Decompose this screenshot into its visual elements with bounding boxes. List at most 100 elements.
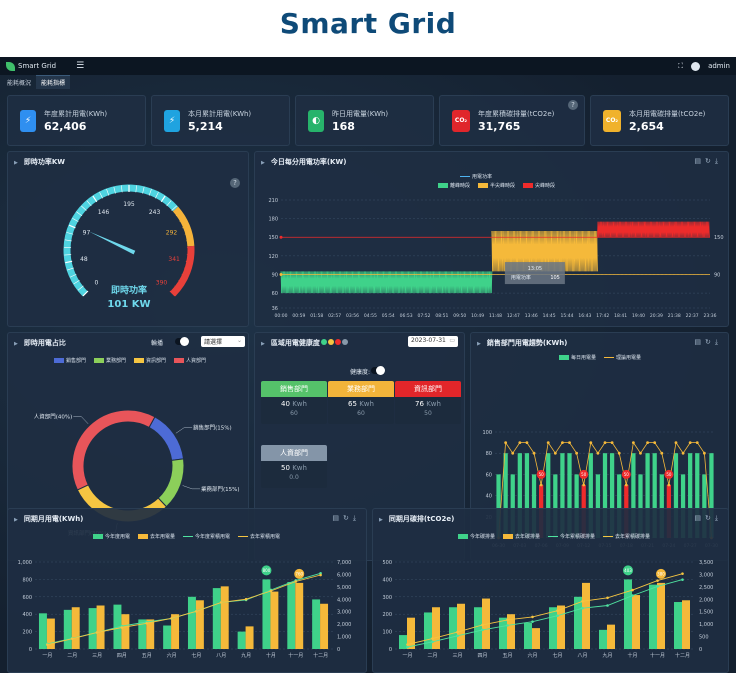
power-gauge: 即時功率 101 KW 0 48 97 146 195 243 292 341 390: [63, 184, 195, 310]
trend-point: [596, 451, 600, 455]
dept-card-sales[interactable]: 銷售部門 40 Kwh 60: [261, 381, 327, 424]
y-right-tick-label: 0: [699, 647, 702, 653]
max-pin-label: 760: [295, 572, 303, 577]
kpi-annual-power: ⚡ 年度累計用電(KWh) 62,406: [7, 95, 146, 146]
trend-point: [702, 451, 706, 455]
last-year-bar: [220, 586, 229, 649]
this-year-bar: [187, 596, 196, 649]
trend-pin-label: 50: [539, 472, 545, 477]
last-year-bar: [582, 582, 590, 649]
reference-line-label: 90: [714, 272, 720, 278]
dept-card-it[interactable]: 資訊部門 76 Kwh 50: [395, 381, 461, 424]
cum-last-year-line-point: [120, 626, 124, 629]
status-dot: [320, 339, 327, 345]
avatar[interactable]: [691, 61, 701, 71]
last-year-bar: [121, 614, 130, 649]
cum-this-year-line: [407, 579, 683, 648]
fullscreen-icon[interactable]: ⛶: [678, 62, 683, 71]
trend-point: [631, 441, 635, 444]
pie-label-line: [182, 485, 201, 490]
last-year-bar: [195, 600, 204, 649]
x-tick-label: 23:36: [704, 313, 717, 319]
this-year-bar: [237, 631, 246, 649]
dept-card-hr[interactable]: 人資部門 50 Kwh 0.0: [261, 445, 327, 488]
panel-title-text: 區域用電健康度: [270, 339, 320, 347]
kpi-label: 昨日用電量(KWh): [332, 109, 389, 118]
x-tick-label: 十月: [266, 652, 276, 659]
cum-last-year-line-point: [531, 615, 534, 619]
pie-slice: [157, 458, 185, 508]
last-year-bar: [96, 605, 105, 649]
tab-indicators[interactable]: 能耗指標: [36, 75, 71, 89]
y-tick-label: 40: [486, 494, 492, 500]
x-tick-label: 13:46: [525, 313, 538, 319]
x-tick-label: 16:43: [578, 313, 591, 319]
trend-point: [511, 451, 515, 455]
panel-title: 區域用電健康度: [261, 338, 348, 348]
month-power-chart: 0 200 400 600 800 1,000 0 1,000 2,000 3,000 4,000 5…: [18, 560, 352, 659]
cum-last-year-line-point: [606, 596, 609, 600]
y-left-tick-label: 400: [382, 577, 392, 583]
x-tick-label: 二月: [427, 653, 437, 659]
this-year-bar: [262, 579, 271, 649]
this-year-bar: [399, 635, 407, 649]
x-tick-label: 11:48: [489, 313, 502, 319]
dept-card-business[interactable]: 業務部門 65 Kwh 60: [328, 381, 394, 424]
dept-sub: 0.0: [289, 474, 299, 481]
x-tick-label: 八月: [216, 653, 226, 659]
dept-unit: Kwh: [292, 464, 307, 472]
trend-point: [546, 441, 550, 444]
trend-point: [532, 451, 536, 455]
x-tick-label: 02:57: [328, 313, 341, 319]
x-tick-label: 四月: [117, 653, 127, 659]
health-toggle[interactable]: [371, 366, 385, 375]
cum-this-year-line-point: [481, 628, 484, 632]
x-tick-label: 03:56: [346, 313, 359, 319]
this-year-bar: [524, 622, 532, 649]
y-tick-label: 100: [482, 430, 492, 436]
y-left-tick-label: 500: [382, 560, 392, 566]
x-tick-label: 01:58: [310, 313, 323, 319]
gauge-tick-label: 97: [83, 229, 91, 236]
y-tick-label: 60: [486, 472, 492, 478]
trend-pin-label: 50: [666, 472, 672, 477]
y-tick-label: 60: [272, 291, 278, 297]
pie-label: 業務部門(15%): [201, 485, 240, 493]
tab-overview[interactable]: 能耗概況: [2, 76, 36, 89]
y-right-tick-label: 7,000: [337, 560, 351, 566]
month-carbon-chart: 0 100 200 300 400 500 0 500 1,000 1,500 2,000 2,500…: [382, 560, 713, 659]
cum-last-year-line-point: [244, 597, 248, 601]
trend-point: [667, 483, 671, 487]
last-year-bar: [71, 607, 80, 649]
y-right-tick-label: 4,000: [337, 597, 351, 603]
gauge-label: 即時功率: [111, 284, 147, 296]
trend-point: [674, 441, 678, 444]
gauge-tick-label: 48: [80, 256, 88, 263]
cum-this-year-line: [47, 572, 321, 645]
cum-this-year-line-point: [431, 640, 434, 644]
trend-point: [525, 441, 529, 444]
cum-last-year-line-point: [46, 643, 49, 646]
dept-value: 50: [281, 464, 290, 472]
help-icon[interactable]: ?: [568, 100, 578, 110]
app-logo[interactable]: Smart Grid: [6, 61, 56, 71]
trend-point: [610, 441, 614, 444]
cum-last-year-line-point: [631, 588, 634, 592]
user-name[interactable]: admin: [708, 62, 730, 70]
cum-last-year-line-point: [556, 609, 559, 613]
y-left-tick-label: 200: [382, 612, 392, 618]
gauge-tick-label: 195: [123, 201, 135, 208]
menu-icon[interactable]: ☰: [76, 61, 84, 71]
this-year-bar: [549, 607, 557, 649]
trend-point: [681, 451, 685, 455]
x-tick-label: 08:51: [435, 313, 448, 319]
gauge-tick-label: 146: [98, 209, 110, 216]
date-picker[interactable]: 2023-07-31 ▭: [408, 336, 458, 347]
trend-point: [688, 441, 692, 444]
power-chart-panel: 今日每分用電功率(KW) ▤↻⤓ 用電功率 離峰時段 半尖峰時段 尖峰時段 36…: [254, 151, 729, 327]
power-series-segment: [597, 221, 710, 238]
this-year-bar: [599, 629, 607, 649]
y-tick-label: 36: [272, 306, 278, 312]
month-carbon-panel: 同期月碳排(tCO2e) ▤↻⤓ 今年碳排量 去年碳排量 今年累積碳排量 去年累…: [372, 508, 729, 673]
x-tick-label: 十一月: [650, 652, 665, 659]
